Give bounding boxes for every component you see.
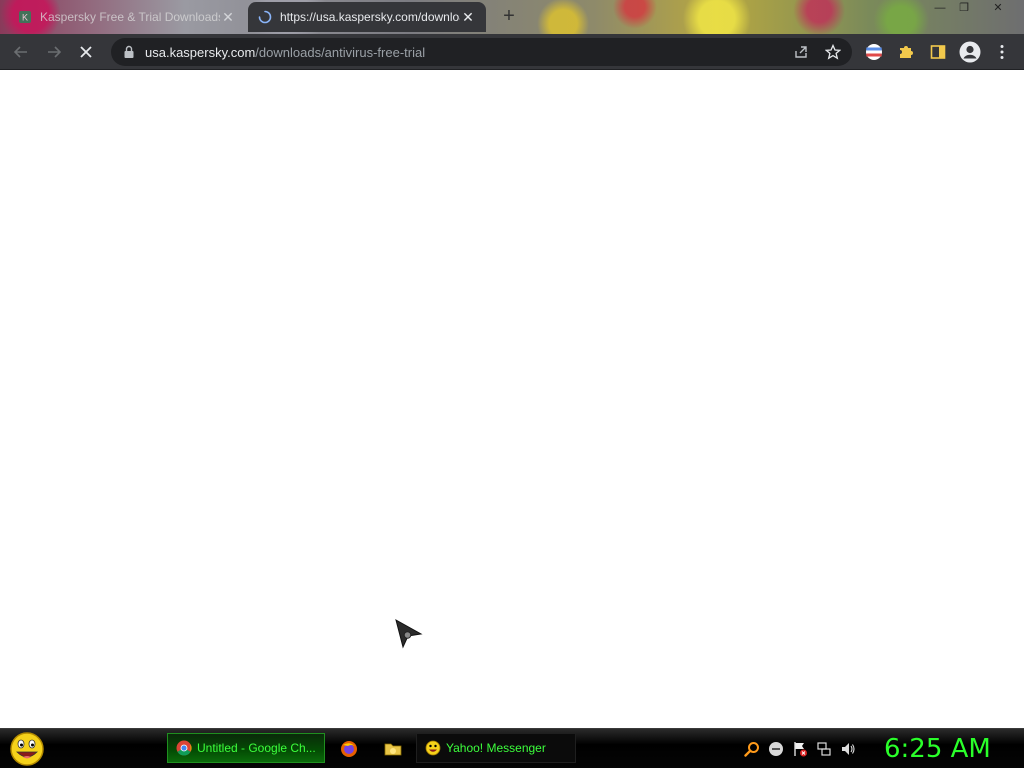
start-button-smiley-icon[interactable]	[8, 731, 46, 767]
windows-taskbar: Untitled - Google Ch... Yahoo! Messenger	[0, 728, 1024, 768]
tab-title: https://usa.kaspersky.com/downloads/anti…	[280, 10, 460, 24]
stop-loading-button[interactable]	[74, 40, 98, 64]
action-center-flag-icon[interactable]	[792, 741, 808, 757]
taskbar-item-label: Untitled - Google Ch...	[197, 741, 316, 755]
tab-title: Kaspersky Free & Trial Downloads	[40, 10, 220, 24]
tab-close-icon[interactable]: ✕	[460, 9, 476, 26]
tab-kaspersky-antivirus-free-trial[interactable]: https://usa.kaspersky.com/downloads/anti…	[248, 2, 486, 32]
lock-icon	[124, 45, 134, 58]
browser-tab-strip: K Kaspersky Free & Trial Downloads ✕ htt…	[0, 0, 1024, 34]
page-viewport[interactable]	[0, 71, 1024, 728]
extensions-button[interactable]	[896, 42, 916, 62]
messenger-tray-icon[interactable]	[768, 741, 784, 757]
share-icon[interactable]	[793, 44, 809, 60]
tab-kaspersky-downloads[interactable]: K Kaspersky Free & Trial Downloads ✕	[8, 2, 246, 32]
firefox-icon[interactable]	[340, 740, 358, 758]
kaspersky-favicon-icon: K	[19, 11, 31, 23]
taskbar-item-chrome[interactable]: Untitled - Google Ch...	[167, 733, 325, 763]
folder-icon[interactable]	[384, 740, 402, 758]
tab-close-icon[interactable]: ✕	[220, 9, 236, 26]
loading-spinner-icon	[258, 10, 272, 24]
avatar-icon	[959, 41, 981, 63]
maximize-button[interactable]: ❐	[953, 1, 975, 15]
volume-icon[interactable]	[840, 741, 856, 757]
taskbar-clock[interactable]: 6:25 AM	[884, 733, 994, 765]
arrow-left-icon	[13, 46, 27, 58]
arrow-right-icon	[48, 46, 62, 58]
mouse-cursor-icon	[395, 618, 423, 649]
taskbar-item-yahoo-messenger[interactable]: Yahoo! Messenger	[416, 733, 576, 763]
new-tab-button[interactable]: +	[499, 6, 519, 27]
url-path: /downloads/antivirus-free-trial	[255, 44, 426, 60]
browser-toolbar: usa.kaspersky.com/downloads/antivirus-fr…	[0, 34, 1024, 70]
yahoo-messenger-icon	[425, 740, 441, 756]
flag-extension-icon	[866, 44, 882, 60]
bookmark-star-icon[interactable]	[825, 44, 841, 60]
search-icon[interactable]	[744, 741, 760, 757]
forward-button[interactable]	[42, 40, 66, 64]
side-panel-icon	[930, 45, 946, 59]
network-icon[interactable]	[816, 741, 832, 757]
close-window-button[interactable]: ✕	[987, 1, 1009, 15]
taskbar-item-label: Yahoo! Messenger	[446, 741, 546, 755]
chrome-icon	[176, 740, 192, 756]
browser-menu-button[interactable]	[992, 42, 1012, 62]
stop-icon	[80, 46, 92, 58]
back-button[interactable]	[9, 40, 33, 64]
puzzle-icon	[900, 46, 913, 58]
url-host: usa.kaspersky.com	[145, 44, 256, 60]
kebab-menu-icon	[1000, 45, 1004, 59]
address-bar[interactable]: usa.kaspersky.com/downloads/antivirus-fr…	[111, 38, 852, 66]
side-panel-button[interactable]	[928, 42, 948, 62]
vpn-extension-button[interactable]	[864, 42, 884, 62]
minimize-button[interactable]: —	[929, 1, 951, 15]
profile-button[interactable]	[958, 40, 982, 64]
svg-text:K: K	[22, 13, 28, 23]
